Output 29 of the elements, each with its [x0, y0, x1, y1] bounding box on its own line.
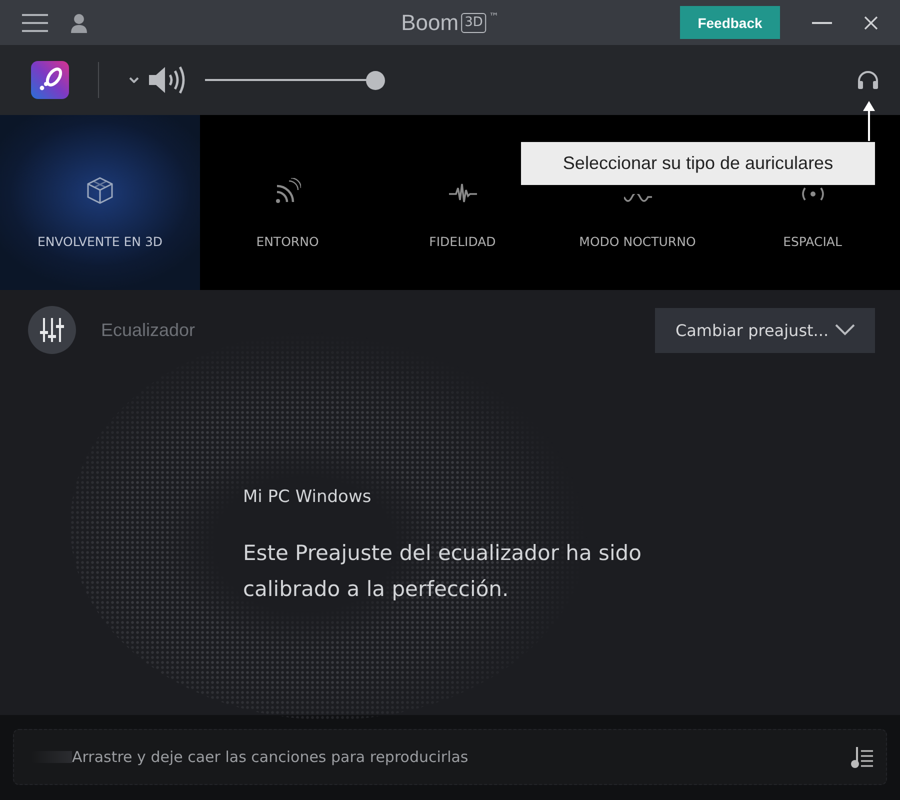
wave-icon [624, 194, 652, 204]
drop-zone[interactable]: Arrastre y deje caer las canciones para reproducirlas [13, 729, 887, 785]
playlist-icon[interactable] [850, 745, 874, 769]
minimize-icon[interactable] [812, 22, 832, 24]
preset-description: Este Preajuste del ecualizador ha sido calibrado a la perfección. [243, 540, 642, 603]
mode-tab[interactable]: ENTORNO [200, 115, 375, 290]
app-logo-icon[interactable] [31, 61, 69, 99]
chevron-down-icon[interactable] [129, 77, 139, 83]
equalizer-icon[interactable] [28, 306, 76, 354]
app-title: Boom [401, 10, 459, 36]
headphones-icon[interactable] [857, 70, 879, 90]
equalizer-label: Ecualizador [101, 320, 196, 340]
app-title-badge: 3D [462, 12, 486, 32]
signal-waves-icon [274, 178, 300, 204]
preset-name: Mi PC Windows [243, 487, 372, 507]
tooltip: Seleccionar su tipo de auriculares [521, 142, 875, 185]
preset-dropdown[interactable]: Cambiar preajust... [655, 308, 875, 352]
user-icon[interactable] [70, 12, 88, 32]
waveform-icon [448, 182, 476, 204]
speaker-icon[interactable] [149, 66, 187, 94]
close-icon[interactable] [864, 16, 878, 30]
pointer-arrow [862, 101, 876, 141]
feedback-button[interactable]: Feedback [680, 6, 780, 39]
menu-icon[interactable] [22, 14, 48, 32]
trademark-sign: ™ [488, 12, 499, 22]
drop-zone-text: Arrastre y deje caer las canciones para reproducirlas [72, 748, 468, 766]
cube-icon [86, 176, 114, 204]
chevron-down-icon [834, 324, 855, 336]
mode-tab[interactable]: ENVOLVENTE EN 3D [0, 115, 200, 290]
